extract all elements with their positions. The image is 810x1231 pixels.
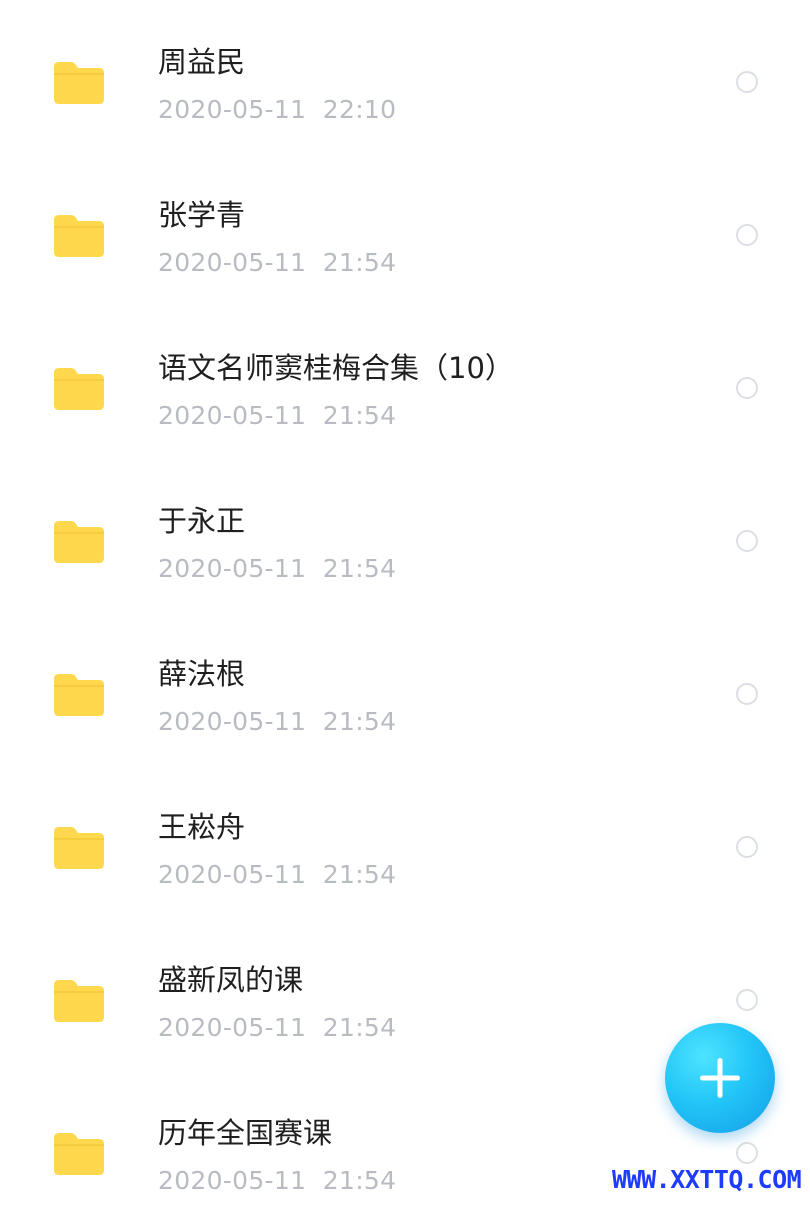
file-date: 2020-05-11 21:54	[158, 707, 397, 736]
file-date: 2020-05-11 21:54	[158, 248, 397, 277]
folder-icon	[54, 827, 104, 869]
folder-icon	[54, 980, 104, 1022]
file-date: 2020-05-11 21:54	[158, 401, 397, 430]
select-radio[interactable]	[736, 377, 758, 399]
file-row-wangsongzhou[interactable]: 王崧舟 2020-05-11 21:54	[0, 772, 810, 925]
file-row-xuefagen[interactable]: 薛法根 2020-05-11 21:54	[0, 619, 810, 772]
folder-icon	[54, 215, 104, 257]
file-date: 2020-05-11 21:54	[158, 1166, 397, 1195]
file-name: 盛新凤的课	[158, 963, 304, 997]
file-date: 2020-05-11 21:54	[158, 1013, 397, 1042]
folder-icon	[54, 674, 104, 716]
file-name: 周益民	[158, 45, 246, 79]
file-row-zhouyimin[interactable]: 周益民 2020-05-11 22:10	[0, 7, 810, 160]
file-date: 2020-05-11 21:54	[158, 860, 397, 889]
file-date: 2020-05-11 22:10	[158, 95, 397, 124]
select-radio[interactable]	[736, 989, 758, 1011]
select-radio[interactable]	[736, 530, 758, 552]
select-radio[interactable]	[736, 683, 758, 705]
folder-icon	[54, 62, 104, 104]
select-radio[interactable]	[736, 1142, 758, 1164]
file-name: 历年全国赛课	[158, 1116, 333, 1150]
file-name: 语文名师窦桂梅合集（10）	[158, 351, 514, 385]
file-name: 王崧舟	[158, 810, 246, 844]
folder-icon	[54, 1133, 104, 1175]
file-name: 薛法根	[158, 657, 246, 691]
select-radio[interactable]	[736, 836, 758, 858]
file-list: 周益民 2020-05-11 22:10 张学青 2020-05-11 21:5…	[0, 0, 810, 1200]
watermark: WWW.XXTTQ.COM	[612, 1165, 802, 1194]
select-radio[interactable]	[736, 224, 758, 246]
select-radio[interactable]	[736, 71, 758, 93]
file-row-yuyongzheng[interactable]: 于永正 2020-05-11 21:54	[0, 466, 810, 619]
file-row-doguimei[interactable]: 语文名师窦桂梅合集（10） 2020-05-11 21:54	[0, 313, 810, 466]
file-name: 于永正	[158, 504, 246, 538]
file-date: 2020-05-11 21:54	[158, 554, 397, 583]
folder-icon	[54, 368, 104, 410]
add-button[interactable]	[665, 1023, 775, 1133]
folder-icon	[54, 521, 104, 563]
file-name: 张学青	[158, 198, 246, 232]
plus-icon	[700, 1058, 740, 1098]
file-row-zhangxueqing[interactable]: 张学青 2020-05-11 21:54	[0, 160, 810, 313]
